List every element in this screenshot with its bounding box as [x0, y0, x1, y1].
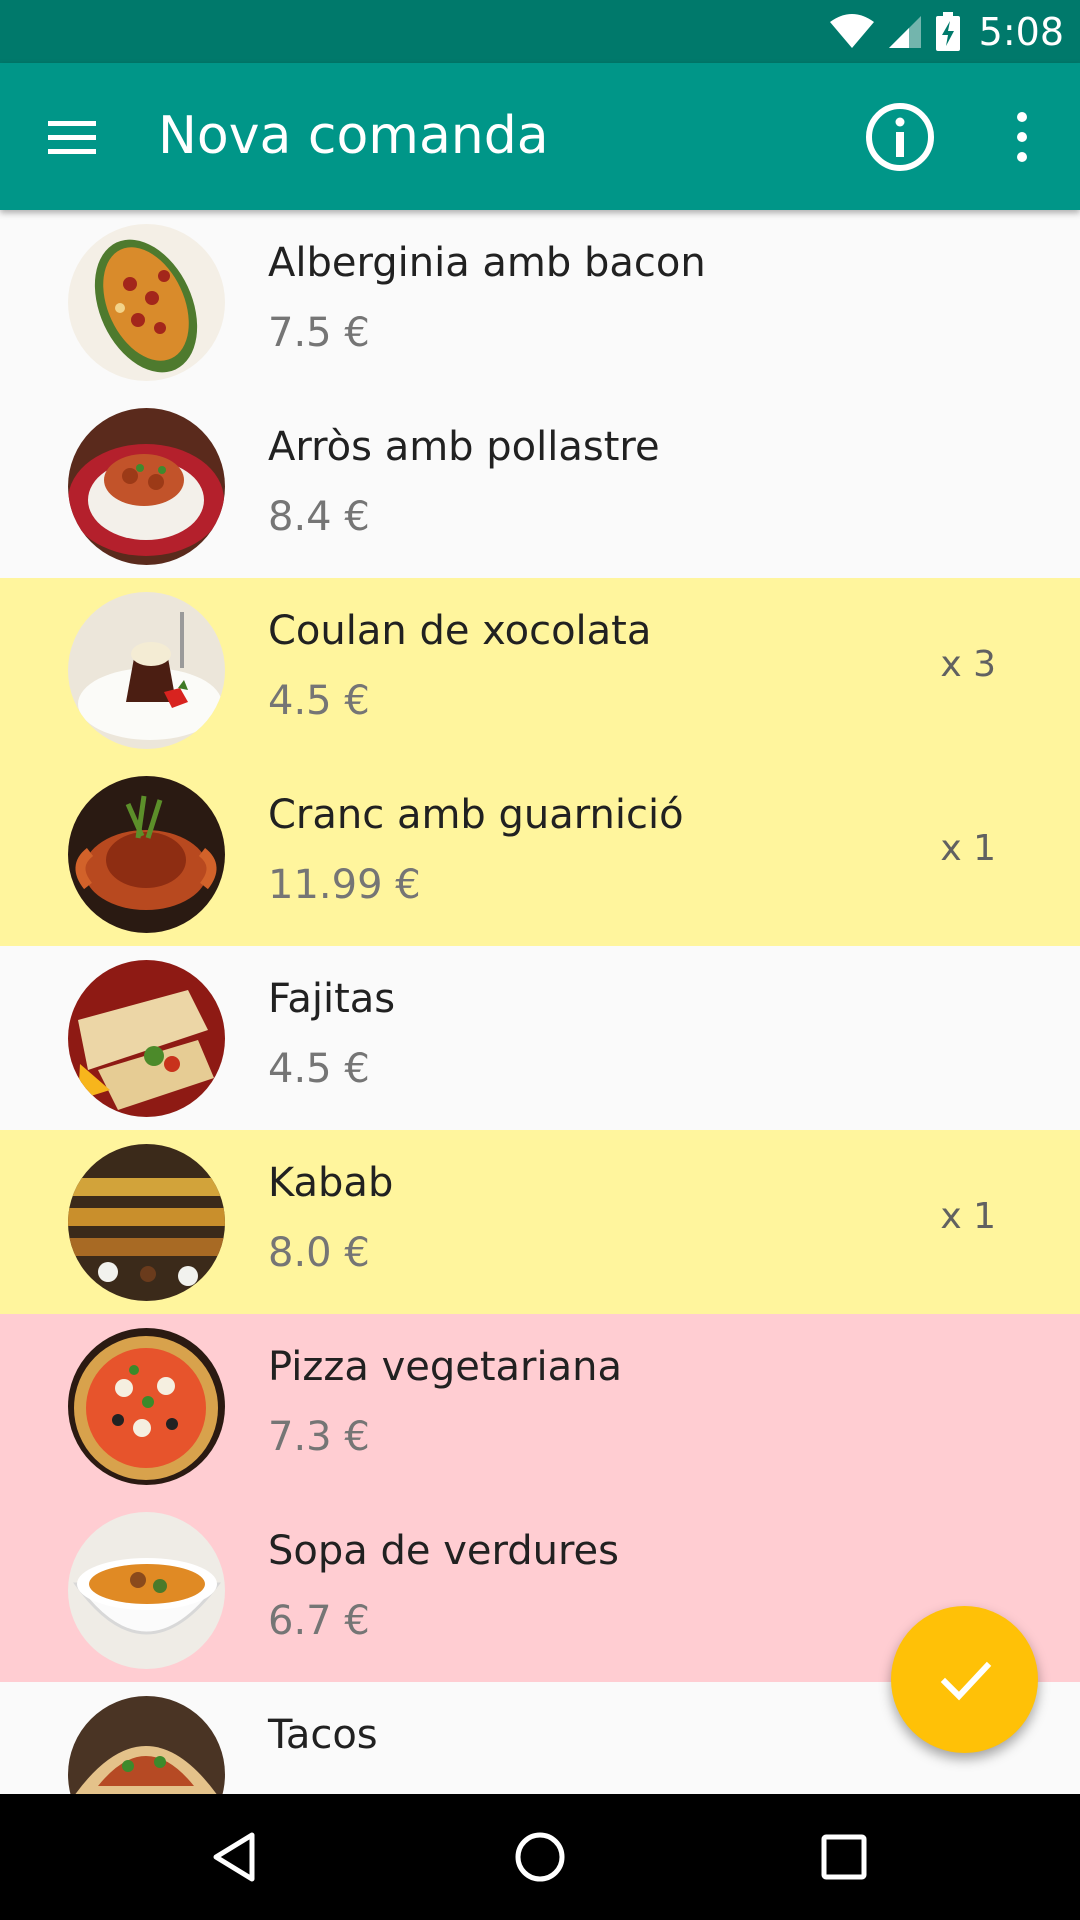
- home-button[interactable]: [510, 1827, 570, 1887]
- dish-price: 6.7 €: [268, 1598, 370, 1644]
- dish-photo-alberginia: [68, 224, 225, 381]
- dish-photo-sopa: [68, 1512, 225, 1669]
- check-icon: [940, 1661, 991, 1700]
- dish-item-pizza[interactable]: Pizza vegetariana 7.3 €: [0, 1314, 1080, 1498]
- info-icon: [866, 103, 934, 171]
- dish-price: 7.5 €: [268, 310, 370, 356]
- dish-price: 7.3 €: [268, 1414, 370, 1460]
- dish-name: Cranc amb guarnició: [268, 792, 684, 838]
- dish-photo-tacos: [68, 1696, 225, 1794]
- status-bar: 5:08: [0, 0, 1080, 63]
- dish-photo-arros: [68, 408, 225, 565]
- dish-photo-kabab: [68, 1144, 225, 1301]
- dish-item-kabab[interactable]: Kabab 8.0 € x 1: [0, 1130, 1080, 1314]
- dish-quantity: x 3: [940, 644, 996, 685]
- back-icon: [213, 1832, 255, 1882]
- status-icons: 5:08: [829, 0, 1064, 63]
- more-vert-icon: [1017, 112, 1027, 162]
- dish-price: 8.0 €: [268, 1230, 370, 1276]
- dish-quantity: x 1: [940, 828, 996, 869]
- info-button[interactable]: [864, 101, 936, 173]
- recents-button[interactable]: [814, 1827, 874, 1887]
- cell-signal-icon: [888, 15, 921, 48]
- dish-name: Arròs amb pollastre: [268, 424, 660, 470]
- dish-name: Alberginia amb bacon: [268, 240, 706, 286]
- system-nav-bar: [0, 1794, 1080, 1920]
- dish-price: 8.4 €: [268, 494, 370, 540]
- page-title: Nova comanda: [158, 106, 549, 166]
- dish-item-arros[interactable]: Arròs amb pollastre 8.4 €: [0, 394, 1080, 578]
- dish-quantity: x 1: [940, 1196, 996, 1237]
- app-toolbar: Nova comanda: [0, 63, 1080, 210]
- back-button[interactable]: [206, 1827, 266, 1887]
- dish-name: Kabab: [268, 1160, 394, 1206]
- home-icon: [515, 1832, 565, 1882]
- dish-list[interactable]: Alberginia amb bacon 7.5 € Arròs amb pol…: [0, 210, 1080, 1794]
- dish-name: Pizza vegetariana: [268, 1344, 622, 1390]
- recents-icon: [821, 1834, 867, 1880]
- dish-price: 4.5 €: [268, 1046, 370, 1092]
- dish-photo-fajitas: [68, 960, 225, 1117]
- dish-name: Coulan de xocolata: [268, 608, 652, 654]
- dish-name: Tacos: [268, 1712, 378, 1758]
- dish-item-coulan[interactable]: Coulan de xocolata 4.5 € x 3: [0, 578, 1080, 762]
- dish-item-alberginia[interactable]: Alberginia amb bacon 7.5 €: [0, 210, 1080, 394]
- dish-photo-cranc: [68, 776, 225, 933]
- battery-charging-icon: [935, 11, 960, 51]
- menu-icon: [48, 121, 96, 154]
- dish-name: Sopa de verdures: [268, 1528, 619, 1574]
- dish-price: 11.99 €: [268, 862, 421, 908]
- more-options-button[interactable]: [1000, 101, 1044, 173]
- dish-item-cranc[interactable]: Cranc amb guarnició 11.99 € x 1: [0, 762, 1080, 946]
- dish-name: Fajitas: [268, 976, 396, 1022]
- wifi-icon: [829, 13, 874, 48]
- dish-photo-pizza: [68, 1328, 225, 1485]
- dish-price: 4.5 €: [268, 678, 370, 724]
- dish-photo-coulan: [68, 592, 225, 749]
- menu-button[interactable]: [44, 109, 100, 165]
- dish-item-fajitas[interactable]: Fajitas 4.5 €: [0, 946, 1080, 1130]
- status-time: 5:08: [978, 9, 1064, 54]
- confirm-order-button[interactable]: [891, 1606, 1038, 1753]
